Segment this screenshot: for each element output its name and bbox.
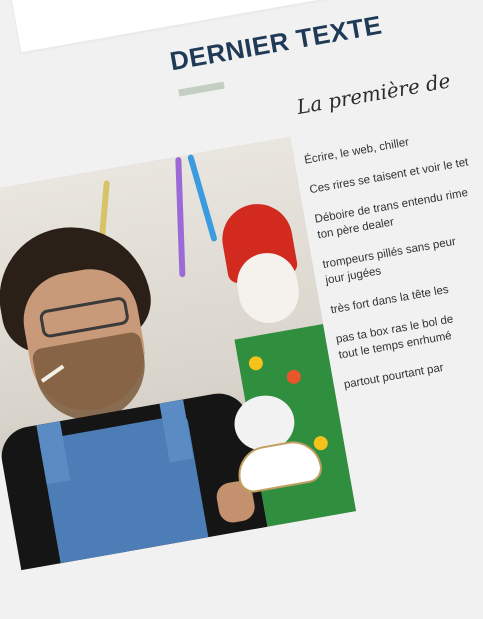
costume-dot (247, 355, 265, 372)
page-stage: DERNIER TEXTE La première de Écrire, le … (0, 0, 483, 619)
title-underline (178, 81, 225, 97)
post-subtitle[interactable]: La première de (295, 68, 452, 119)
costume-dot (285, 368, 302, 385)
costume-dot (312, 435, 329, 452)
poem-text: Écrire, le web, chiller Ces rires se tai… (303, 96, 483, 407)
post-photo[interactable] (0, 136, 357, 571)
